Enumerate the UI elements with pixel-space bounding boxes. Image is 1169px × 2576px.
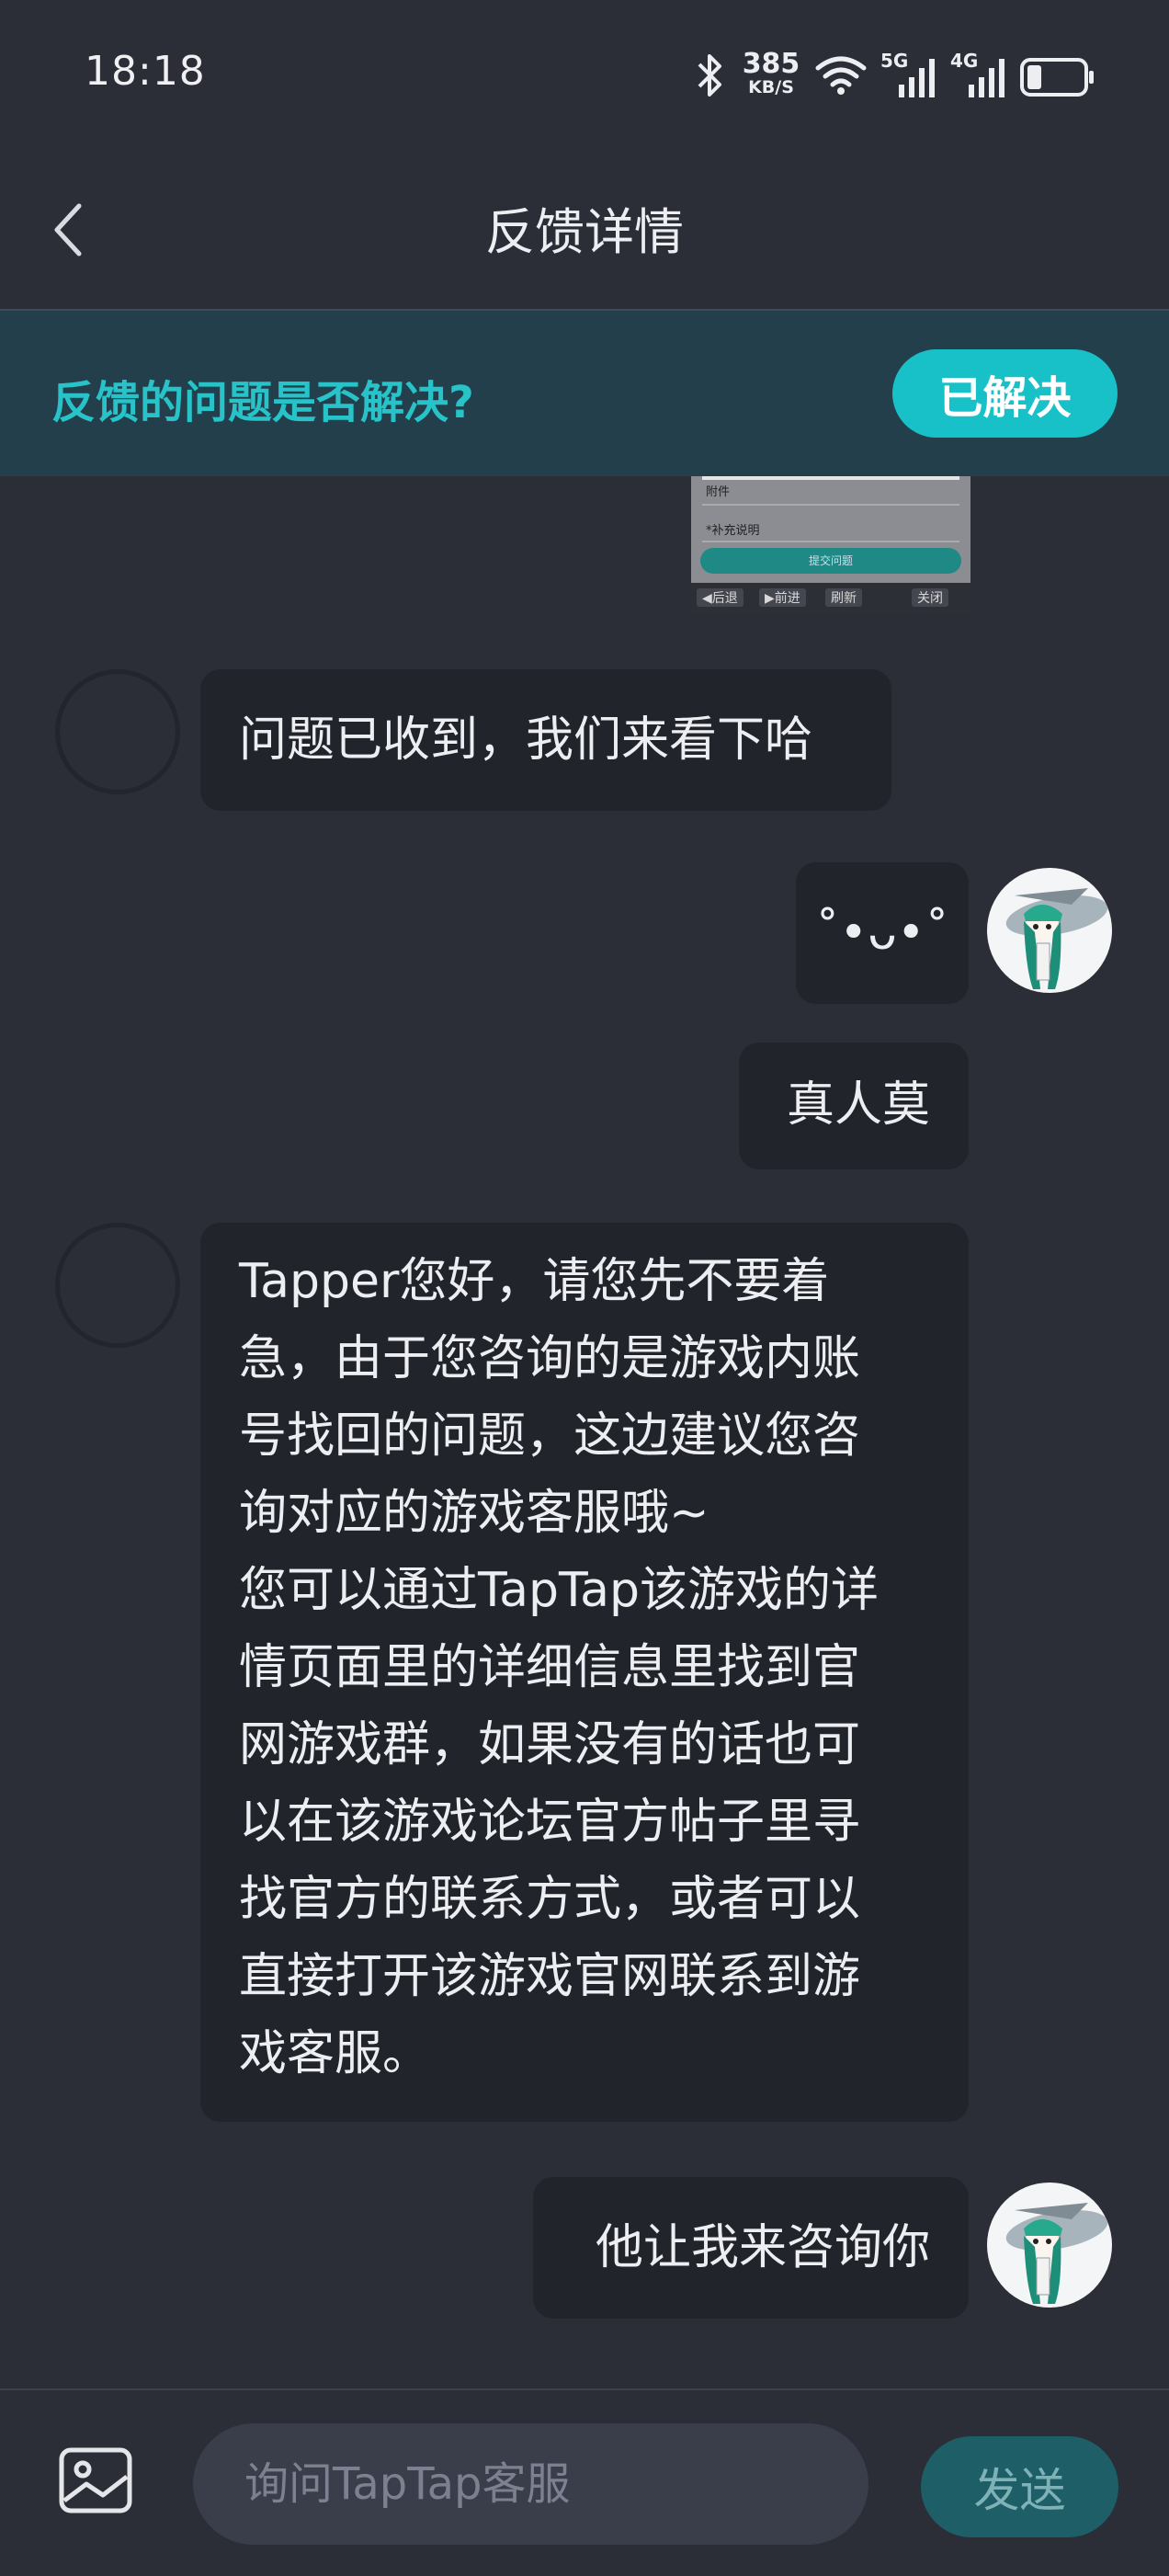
user-avatar[interactable] [987,2183,1112,2308]
message-text: 他让我来咨询你 [595,2220,930,2275]
agent-avatar [55,669,180,794]
feedback-question: 反馈的问题是否解决? [51,377,474,428]
agent-message-bubble: Tapper您好，请您先不要着 急，由于您咨询的是游戏内账 号找回的问题，这边建… [200,1223,969,2122]
user-avatar-image [1005,2203,1108,2304]
thumb-nav-item: 关闭 [912,588,948,607]
thumb-nav-item: ◀后退 [697,588,743,607]
user-message-bubble: ˚•ᴗ•˚ [796,862,969,1004]
thumb-nav-bar: ◀后退 ▶前进 刷新 关闭 [691,583,970,614]
message-composer: 发送 [0,2388,1169,2576]
message-line: 询对应的游戏客服哦~ [239,1486,709,1541]
message-line: 找官方的联系方式，或者可以 [239,1872,861,1927]
signal-5g: 5G [880,50,937,97]
chat-message-list[interactable]: 附件 *补充说明 提交问题 ◀后退 ▶前进 刷新 关闭 问题已收到，我们来看下哈… [0,476,1169,2388]
signal-4g-icon [969,59,1004,97]
agent-message-bubble: 问题已收到，我们来看下哈 [200,669,891,811]
battery-icon [1020,58,1094,97]
resolved-button[interactable]: 已解决 [892,349,1118,438]
header: 反馈详情 [0,147,1169,311]
message-line: 号找回的问题，这边建议您咨 [239,1408,861,1464]
message-line: 急，由于您咨询的是游戏内账 [239,1331,861,1386]
send-button[interactable]: 发送 [921,2436,1118,2537]
message-text: 问题已收到，我们来看下哈 [239,712,813,768]
page-title: 反馈详情 [485,203,684,261]
status-time: 18:18 [85,48,206,95]
message-input[interactable] [193,2423,868,2545]
message-text: ˚•ᴗ•˚ [815,906,949,961]
message-line: 网游戏群，如果没有的话也可 [239,1717,861,1772]
thumb-nav-item: 刷新 [825,588,862,607]
message-line: 情页面里的详细信息里找到官 [239,1640,861,1695]
user-message-bubble: 他让我来咨询你 [533,2177,969,2319]
thumb-field-label: 附件 [706,485,731,499]
network-speed-value: 385 [742,48,800,80]
agent-avatar [55,1223,180,1348]
attachment-screenshot-thumbnail[interactable]: 附件 *补充说明 提交问题 ◀后退 ▶前进 刷新 关闭 [691,476,970,614]
message-line: 直接打开该游戏官网联系到游 [239,1949,861,2004]
message-text: 真人莫 [786,1077,930,1133]
bluetooth-icon [698,54,721,97]
thumb-field-label: *补充说明 [706,524,760,538]
network-speed-unit: KB/S [748,77,794,97]
image-icon[interactable] [59,2447,132,2513]
wifi-icon [815,56,867,95]
user-message-bubble: 真人莫 [739,1043,969,1169]
message-line: 戏客服。 [239,2026,431,2081]
feedback-resolved-bar: 反馈的问题是否解决? 已解决 [0,311,1169,476]
network-speed: 385 KB/S [741,48,801,98]
thumb-submit-button: 提交问题 [700,548,961,574]
status-bar: 18:18 385 KB/S 5G 4G [0,0,1169,147]
thumb-nav-item: ▶前进 [759,588,806,607]
signal-4g: 4G [950,50,1007,97]
user-avatar[interactable] [987,868,1112,993]
user-avatar-image [1005,888,1108,989]
signal-5g-icon [899,59,935,97]
message-line: 以在该游戏论坛官方帖子里寻 [239,1795,861,1850]
message-line: Tapper您好，请您先不要着 [239,1254,830,1309]
message-line: 您可以通过TapTap该游戏的详 [239,1563,880,1618]
